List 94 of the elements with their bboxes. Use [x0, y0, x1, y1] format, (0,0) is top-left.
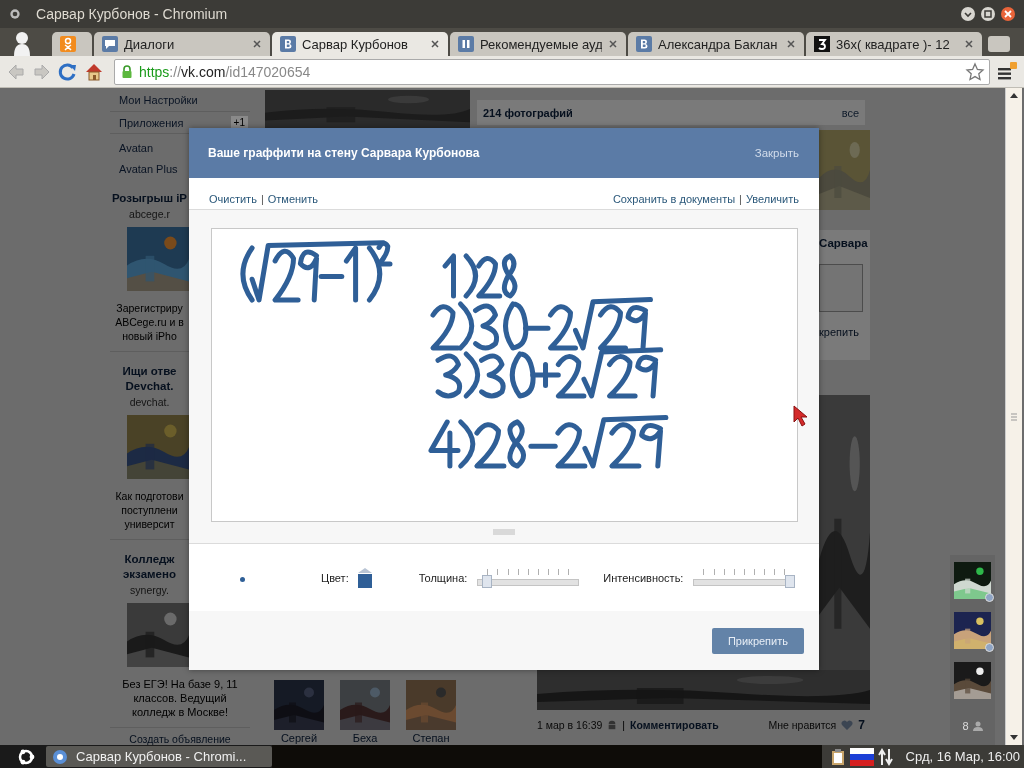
chat-icon — [102, 36, 118, 52]
app-icon — [8, 7, 22, 21]
like-label[interactable]: Мне нравится — [768, 719, 837, 731]
action-link[interactable]: Очистить — [209, 193, 257, 205]
scrollbar[interactable] — [1005, 88, 1022, 745]
browser-tab[interactable]: Рекомендуемые ауд — [450, 32, 626, 56]
home-icon[interactable] — [84, 61, 104, 82]
close-icon[interactable] — [1000, 6, 1016, 22]
separator-text: | — [260, 193, 264, 205]
thickness-slider[interactable] — [477, 569, 580, 586]
window-title: Сарвар Курбонов - Chromium — [36, 6, 228, 22]
color-picker[interactable] — [356, 567, 373, 590]
browser-tab[interactable]: Диалоги — [94, 32, 270, 56]
friend-name[interactable]: Сергей — [280, 732, 318, 745]
post-input[interactable] — [819, 264, 863, 312]
action-link[interactable]: Увеличить — [745, 193, 799, 205]
scroll-down-icon[interactable] — [1009, 732, 1019, 742]
all-link[interactable]: все — [841, 106, 859, 119]
wall-title: Сарвара — [819, 237, 868, 249]
menu-link[interactable]: Мои Настройки — [119, 93, 198, 106]
browser-tab[interactable]: 36х( квадрате )- 12 — [806, 32, 982, 56]
resize-handle-icon[interactable] — [493, 529, 515, 535]
ad-title[interactable]: Devchat. — [125, 379, 174, 394]
attach-button[interactable]: Прикрепить — [711, 627, 804, 654]
drawing-canvas[interactable] — [210, 228, 798, 522]
ad-text: Без ЕГЭ! На базе 9, 11 классов. Ведущий колледж в Москве! — [121, 677, 239, 719]
like-count: 7 — [858, 718, 865, 732]
online-count: 8 — [962, 720, 969, 732]
action-link[interactable]: Отменить — [267, 193, 318, 205]
ad-domain: abcege.r — [129, 208, 170, 220]
vk-logo-icon — [280, 36, 296, 52]
three-icon — [814, 36, 830, 52]
ad-title[interactable]: Розыгрыш iP — [111, 191, 188, 206]
contact-avatar[interactable] — [954, 562, 991, 599]
intensity-label: Интенсивность: — [603, 571, 684, 584]
vk-logo-icon — [636, 36, 652, 52]
browser-tab[interactable]: Сарвар Курбонов — [272, 32, 448, 56]
separator-text: | — [739, 193, 742, 205]
network-arrows-icon[interactable] — [877, 747, 894, 766]
menu-link[interactable]: Avatan — [119, 141, 154, 154]
address-bar[interactable]: https://vk.com/id147020654 — [114, 58, 990, 85]
ad-text: ABCege.ru и в — [115, 315, 184, 329]
person-icon — [60, 36, 76, 52]
ad-domain: devchat. — [129, 396, 170, 408]
android-icon — [607, 719, 618, 731]
dialog-title: Ваше граффити на стену Сарвара Курбонова — [208, 146, 480, 160]
close-link[interactable]: Закрыть — [754, 147, 799, 159]
menu-link[interactable]: Avatan Plus — [119, 162, 178, 175]
pause-icon — [458, 36, 474, 52]
cursor-icon — [793, 405, 809, 427]
clipboard-icon[interactable] — [829, 747, 846, 766]
contact-avatar[interactable] — [954, 662, 991, 699]
color-label: Цвет: — [321, 571, 349, 584]
menu-link[interactable]: Приложения — [119, 116, 184, 129]
friend-name[interactable]: Степан — [412, 732, 450, 745]
menu-icon[interactable] — [996, 61, 1018, 82]
ad-domain: synergy. — [130, 584, 169, 596]
maximize-icon[interactable] — [980, 6, 996, 22]
photos-title[interactable]: 214 фотографий — [483, 106, 573, 119]
minimize-icon[interactable] — [960, 6, 976, 22]
scroll-up-icon[interactable] — [1009, 91, 1019, 101]
attach-link[interactable]: крепить — [819, 326, 859, 338]
taskbar-button[interactable]: Сарвар Курбонов - Chromi... — [46, 746, 272, 767]
ad-text: Зарегистриру — [116, 301, 183, 315]
ad-title[interactable]: Колледж — [124, 552, 175, 567]
chromium-icon — [52, 748, 68, 765]
ad-text: поступлени — [121, 503, 178, 517]
flag-icon[interactable] — [849, 747, 874, 766]
separator-text: | — [622, 719, 626, 731]
slider-thumb[interactable] — [785, 575, 796, 588]
close-icon[interactable] — [430, 39, 440, 49]
browser-tab[interactable]: Александра Баклан — [628, 32, 804, 56]
brush-preview — [240, 577, 245, 582]
ad-title[interactable]: Ищи отве — [122, 364, 177, 379]
url-text: https://vk.com/id147020654 — [139, 63, 311, 80]
friend-name[interactable]: Беха — [352, 732, 378, 745]
ad-title[interactable]: экзамено — [123, 567, 176, 582]
ad-text: новый iPho — [122, 329, 177, 343]
scroll-grip-icon[interactable] — [1009, 411, 1019, 422]
ad-text: Как подготови — [115, 489, 184, 503]
reload-icon[interactable] — [58, 61, 78, 82]
comment-link[interactable]: Комментировать — [630, 719, 719, 731]
post-date[interactable]: 1 мар в 16:39 — [537, 719, 603, 731]
lock-icon — [121, 64, 133, 79]
intensity-slider[interactable] — [693, 569, 796, 586]
star-icon[interactable] — [965, 61, 985, 82]
contact-avatar[interactable] — [954, 612, 991, 649]
action-link[interactable]: Сохранить в документы — [612, 193, 736, 205]
slider-thumb[interactable] — [482, 575, 493, 588]
ad-text: университ — [124, 517, 175, 531]
thickness-label: Толщина: — [418, 571, 468, 584]
browser-tab[interactable] — [52, 32, 92, 56]
person-icon — [972, 721, 983, 731]
create-ad-link[interactable]: Создать объявление — [110, 733, 250, 745]
